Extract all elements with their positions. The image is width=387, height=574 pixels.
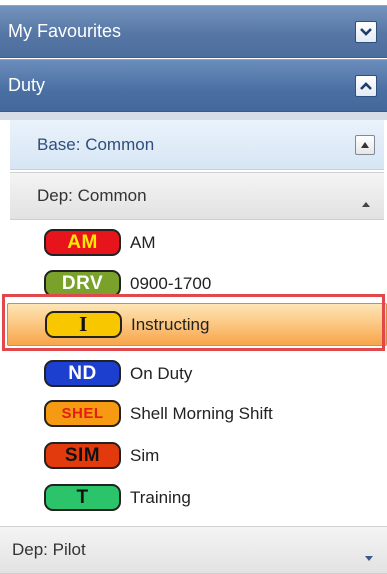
duty-item-shell-morning-shift[interactable]: SHEL Shell Morning Shift	[10, 392, 384, 435]
collapse-up-icon[interactable]	[355, 135, 375, 155]
chevron-down-icon[interactable]	[355, 21, 377, 43]
duty-code-badge: T	[44, 484, 121, 511]
base-common-header[interactable]: Base: Common	[10, 120, 384, 170]
selection-highlight	[2, 294, 385, 351]
duty-item-training[interactable]: T Training	[10, 476, 384, 519]
duty-code-badge: DRV	[44, 270, 121, 297]
duty-code-badge: SHEL	[44, 400, 121, 427]
duty-code-badge: ND	[44, 360, 121, 387]
duty-item-on-duty[interactable]: ND On Duty	[10, 352, 384, 395]
base-common-label: Base: Common	[37, 134, 155, 154]
dep-pilot-label: Dep: Pilot	[12, 540, 86, 559]
duty-item-label: Sim	[130, 445, 160, 465]
duty-code-badge: AM	[44, 229, 121, 256]
triangle-down-icon[interactable]	[364, 547, 374, 567]
duty-header[interactable]: Duty	[0, 59, 387, 112]
my-favourites-label: My Favourites	[8, 21, 122, 41]
duty-label: Duty	[8, 75, 46, 95]
duty-item-label: On Duty	[130, 363, 193, 383]
dep-common-header[interactable]: Dep: Common	[10, 172, 384, 220]
duty-item-label: Training	[130, 487, 191, 507]
duty-item-sim[interactable]: SIM Sim	[10, 434, 384, 477]
duty-panel: My Favourites Duty Base: Common Dep: Com…	[0, 0, 387, 574]
duty-item-label: AM	[130, 232, 156, 252]
dep-common-label: Dep: Common	[37, 186, 147, 205]
chevron-up-icon[interactable]	[355, 75, 377, 97]
triangle-up-icon[interactable]	[361, 193, 371, 213]
duty-item-label: Shell Morning Shift	[130, 403, 273, 423]
dep-pilot-header[interactable]: Dep: Pilot	[0, 526, 387, 574]
duty-item-label: 0900-1700	[130, 273, 212, 293]
duty-code-badge: SIM	[44, 442, 121, 469]
my-favourites-header[interactable]: My Favourites	[0, 5, 387, 58]
header-separator	[0, 112, 387, 120]
duty-item-am[interactable]: AM AM	[10, 221, 384, 264]
